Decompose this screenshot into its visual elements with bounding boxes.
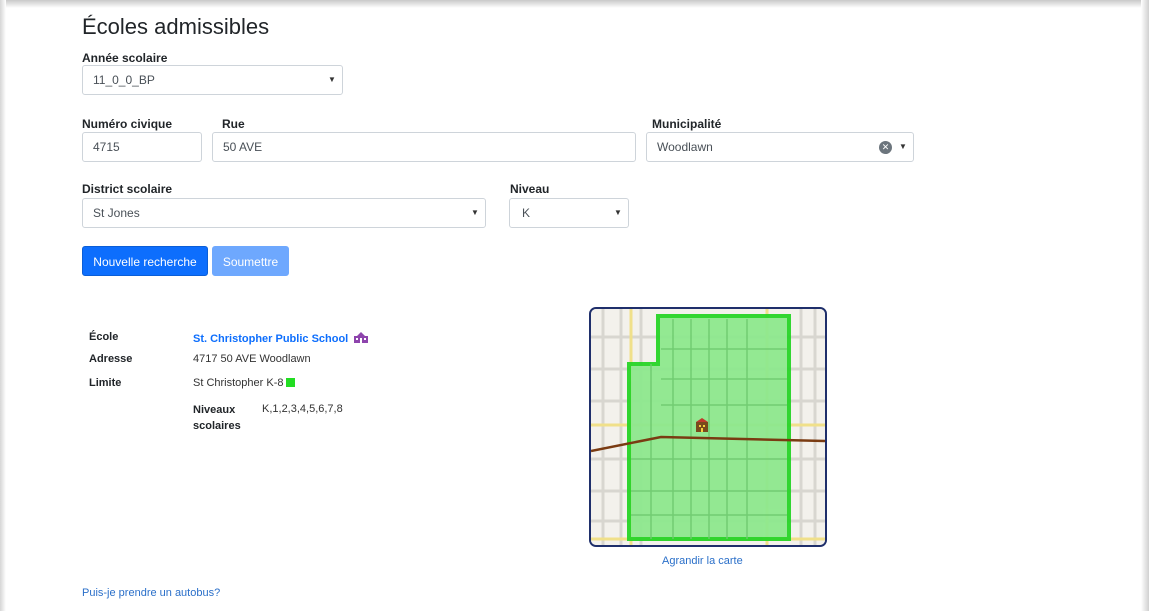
grade-levels-label-line2: scolaires bbox=[193, 420, 241, 432]
district-value: St Jones bbox=[93, 206, 140, 220]
boundary-label: Limite bbox=[89, 377, 122, 389]
level-label: Niveau bbox=[510, 182, 550, 196]
school-name-link[interactable]: St. Christopher Public School bbox=[193, 331, 369, 345]
boundary-map[interactable] bbox=[589, 307, 827, 547]
civic-number-input[interactable]: 4715 bbox=[82, 132, 202, 162]
school-year-value: 11_0_0_BP bbox=[93, 73, 155, 87]
civic-number-label: Numéro civique bbox=[82, 117, 173, 131]
municipality-select[interactable]: Woodlawn ✕ ▼ bbox=[646, 132, 914, 162]
school-name: St. Christopher Public School bbox=[193, 333, 349, 345]
school-building-icon bbox=[354, 332, 369, 343]
boundary-color-swatch bbox=[286, 378, 296, 387]
address-label: Adresse bbox=[89, 353, 133, 365]
chevron-down-icon: ▼ bbox=[328, 75, 336, 84]
boundary-value: St Christopher K-8 bbox=[193, 377, 284, 389]
window-shadow-top bbox=[0, 0, 1149, 8]
district-select[interactable]: St Jones ▼ bbox=[82, 198, 486, 228]
chevron-down-icon: ▼ bbox=[471, 208, 479, 217]
clear-icon[interactable]: ✕ bbox=[879, 141, 892, 154]
civic-number-value: 4715 bbox=[93, 140, 120, 154]
school-year-select[interactable]: 11_0_0_BP ▼ bbox=[82, 65, 343, 95]
new-search-button[interactable]: Nouvelle recherche bbox=[82, 246, 208, 276]
grade-levels-label: Niveaux scolaires bbox=[193, 402, 241, 434]
district-label: District scolaire bbox=[82, 182, 173, 196]
grade-levels-value: K,1,2,3,4,5,6,7,8 bbox=[262, 403, 343, 415]
school-label: École bbox=[89, 331, 119, 343]
municipality-value: Woodlawn bbox=[657, 140, 713, 154]
municipality-label: Municipalité bbox=[652, 117, 722, 131]
bus-eligibility-link[interactable]: Puis-je prendre un autobus? bbox=[82, 587, 220, 599]
enlarge-map-link[interactable]: Agrandir la carte bbox=[662, 555, 743, 567]
street-input[interactable]: 50 AVE bbox=[212, 132, 636, 162]
page-title: Écoles admissibles bbox=[82, 14, 270, 39]
school-marker-icon bbox=[696, 418, 708, 432]
level-value: K bbox=[522, 206, 531, 220]
address-value: 4717 50 AVE Woodlawn bbox=[193, 353, 311, 365]
submit-button[interactable]: Soumettre bbox=[212, 246, 289, 276]
grade-levels-label-line1: Niveaux bbox=[193, 404, 236, 416]
window-shadow-left bbox=[0, 0, 6, 611]
chevron-down-icon: ▼ bbox=[614, 208, 622, 217]
boundary-value-row: St Christopher K-8 bbox=[193, 377, 296, 389]
school-year-label: Année scolaire bbox=[82, 51, 168, 65]
level-select[interactable]: K ▼ bbox=[509, 198, 629, 228]
chevron-down-icon: ▼ bbox=[899, 142, 907, 151]
window-shadow-right bbox=[1141, 0, 1149, 611]
street-label: Rue bbox=[222, 117, 245, 131]
street-value: 50 AVE bbox=[223, 140, 263, 154]
